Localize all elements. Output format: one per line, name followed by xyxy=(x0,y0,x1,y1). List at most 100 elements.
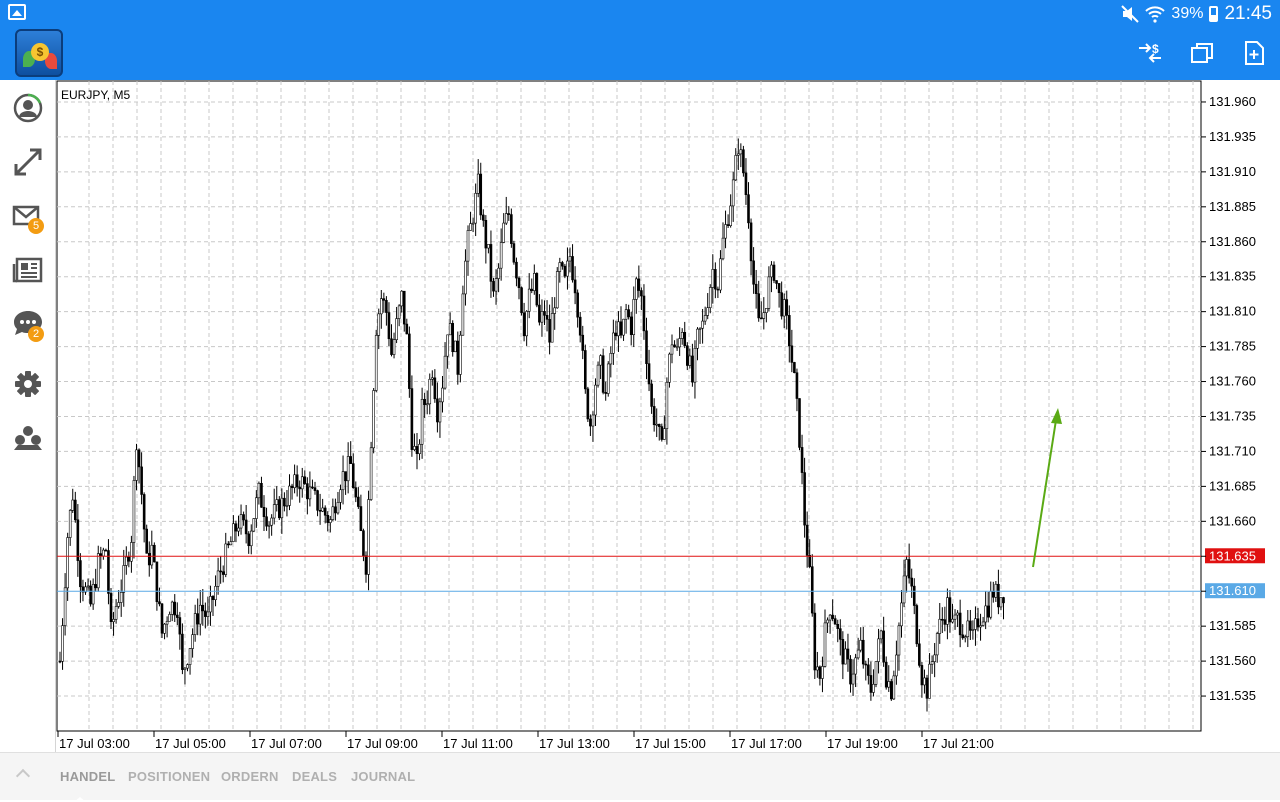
candle-body xyxy=(614,332,618,337)
candle-body xyxy=(515,261,518,279)
candle-body xyxy=(420,398,424,445)
candle-body xyxy=(612,332,615,354)
candle-body xyxy=(739,149,743,155)
candle-body xyxy=(308,486,312,500)
candle-body xyxy=(283,497,286,507)
candle-body xyxy=(288,485,291,506)
candle-body xyxy=(563,265,567,277)
candle-body xyxy=(326,514,330,523)
candle-body xyxy=(229,541,233,546)
candle-body xyxy=(747,194,750,224)
candle-body xyxy=(512,243,516,263)
candle-body xyxy=(548,318,551,343)
candle-body xyxy=(206,611,210,617)
candle-body xyxy=(379,298,383,315)
candle-body xyxy=(915,605,919,645)
status-right: 39% 21:45 xyxy=(1121,3,1272,25)
tab-journal[interactable]: JOURNAL xyxy=(351,769,415,784)
tab-deals[interactable]: DEALS xyxy=(292,769,337,784)
sidebar-item-trade[interactable] xyxy=(10,144,46,180)
candle-body xyxy=(818,666,822,679)
candle-body xyxy=(336,502,340,514)
chart-area[interactable]: 131.635 131.610 131.960 131.935 131.910 131.… xyxy=(56,80,1280,752)
window-icon[interactable] xyxy=(1189,40,1215,66)
candle-body xyxy=(112,618,115,622)
candle-body xyxy=(252,518,256,532)
candle-body xyxy=(912,585,916,606)
candle-body xyxy=(889,681,893,700)
candle-body xyxy=(586,388,590,420)
candle-body xyxy=(227,543,230,546)
candle-body xyxy=(691,355,694,383)
candle-body xyxy=(742,149,745,174)
candle-body xyxy=(99,553,103,557)
candle-body xyxy=(851,673,855,685)
candle-body xyxy=(122,565,126,593)
sidebar-item-news[interactable] xyxy=(10,252,46,288)
candle-body xyxy=(448,323,452,336)
candle-body xyxy=(316,490,319,511)
candle-body xyxy=(561,262,564,267)
sidebar-item-community[interactable] xyxy=(10,420,46,456)
candle-body xyxy=(696,328,699,349)
candle-body xyxy=(953,614,957,620)
status-bar: 39% 21:45 xyxy=(0,0,1280,26)
new-chart-icon[interactable] xyxy=(1241,40,1267,66)
candle-body xyxy=(545,315,549,320)
candle-body xyxy=(907,559,911,579)
candle-body xyxy=(86,585,90,588)
candle-body xyxy=(453,340,457,353)
candle-body xyxy=(583,350,587,390)
candle-body xyxy=(609,353,613,365)
candle-body xyxy=(487,244,490,249)
sidebar-item-settings[interactable] xyxy=(10,366,46,402)
candle-body xyxy=(933,654,936,662)
candle-body xyxy=(318,509,322,512)
candle-body xyxy=(221,571,225,575)
candle-body xyxy=(882,630,885,663)
sidebar-item-chat[interactable]: 2 xyxy=(10,306,46,342)
candle-body xyxy=(446,334,449,357)
candle-body xyxy=(961,634,965,639)
candle-body xyxy=(303,476,307,484)
candle-body xyxy=(247,533,250,547)
tab-ordern[interactable]: ORDERN xyxy=(221,769,279,784)
candle-body xyxy=(831,614,834,619)
candle-body xyxy=(877,638,880,662)
candle-body xyxy=(385,300,388,313)
candle-body xyxy=(436,398,439,423)
bid-price-label: 131.610 xyxy=(1209,583,1256,598)
candle-body xyxy=(186,664,189,669)
metatrader-logo[interactable]: $ xyxy=(15,29,63,77)
bottom-tab-bar: HANDEL POSITIONEN ORDERN DEALS JOURNAL xyxy=(0,752,1280,802)
candle-body xyxy=(838,628,842,640)
price-chart[interactable]: 131.635 131.610 131.960 131.935 131.910 131.… xyxy=(56,80,1280,752)
candle-body xyxy=(351,463,355,488)
x-tick-label: 17 Jul 09:00 xyxy=(347,736,418,751)
sidebar-item-mail[interactable]: 5 xyxy=(10,198,46,234)
sidebar-item-account[interactable] xyxy=(10,90,46,126)
currency-switch-icon[interactable]: $ xyxy=(1137,40,1163,66)
candle-body xyxy=(387,312,391,340)
chevron-up-icon[interactable] xyxy=(15,768,31,784)
y-tick-label: 131.685 xyxy=(1209,478,1256,493)
candle-body xyxy=(484,220,488,249)
candle-body xyxy=(104,549,108,552)
candle-body xyxy=(859,639,863,651)
candle-body xyxy=(708,287,712,308)
candle-body xyxy=(923,677,926,686)
candle-body xyxy=(647,363,651,385)
candle-body xyxy=(979,625,982,628)
candle-body xyxy=(382,298,386,301)
candle-body xyxy=(813,612,817,671)
candle-body xyxy=(476,173,480,194)
candle-body xyxy=(158,601,161,605)
tab-positionen[interactable]: POSITIONEN xyxy=(128,769,210,784)
candle-body xyxy=(854,657,857,675)
candle-body xyxy=(331,506,335,520)
candle-body xyxy=(66,537,69,589)
candle-body xyxy=(119,592,123,603)
tab-handel[interactable]: HANDEL xyxy=(60,769,115,784)
candle-body xyxy=(390,338,393,355)
candle-body xyxy=(887,681,891,688)
